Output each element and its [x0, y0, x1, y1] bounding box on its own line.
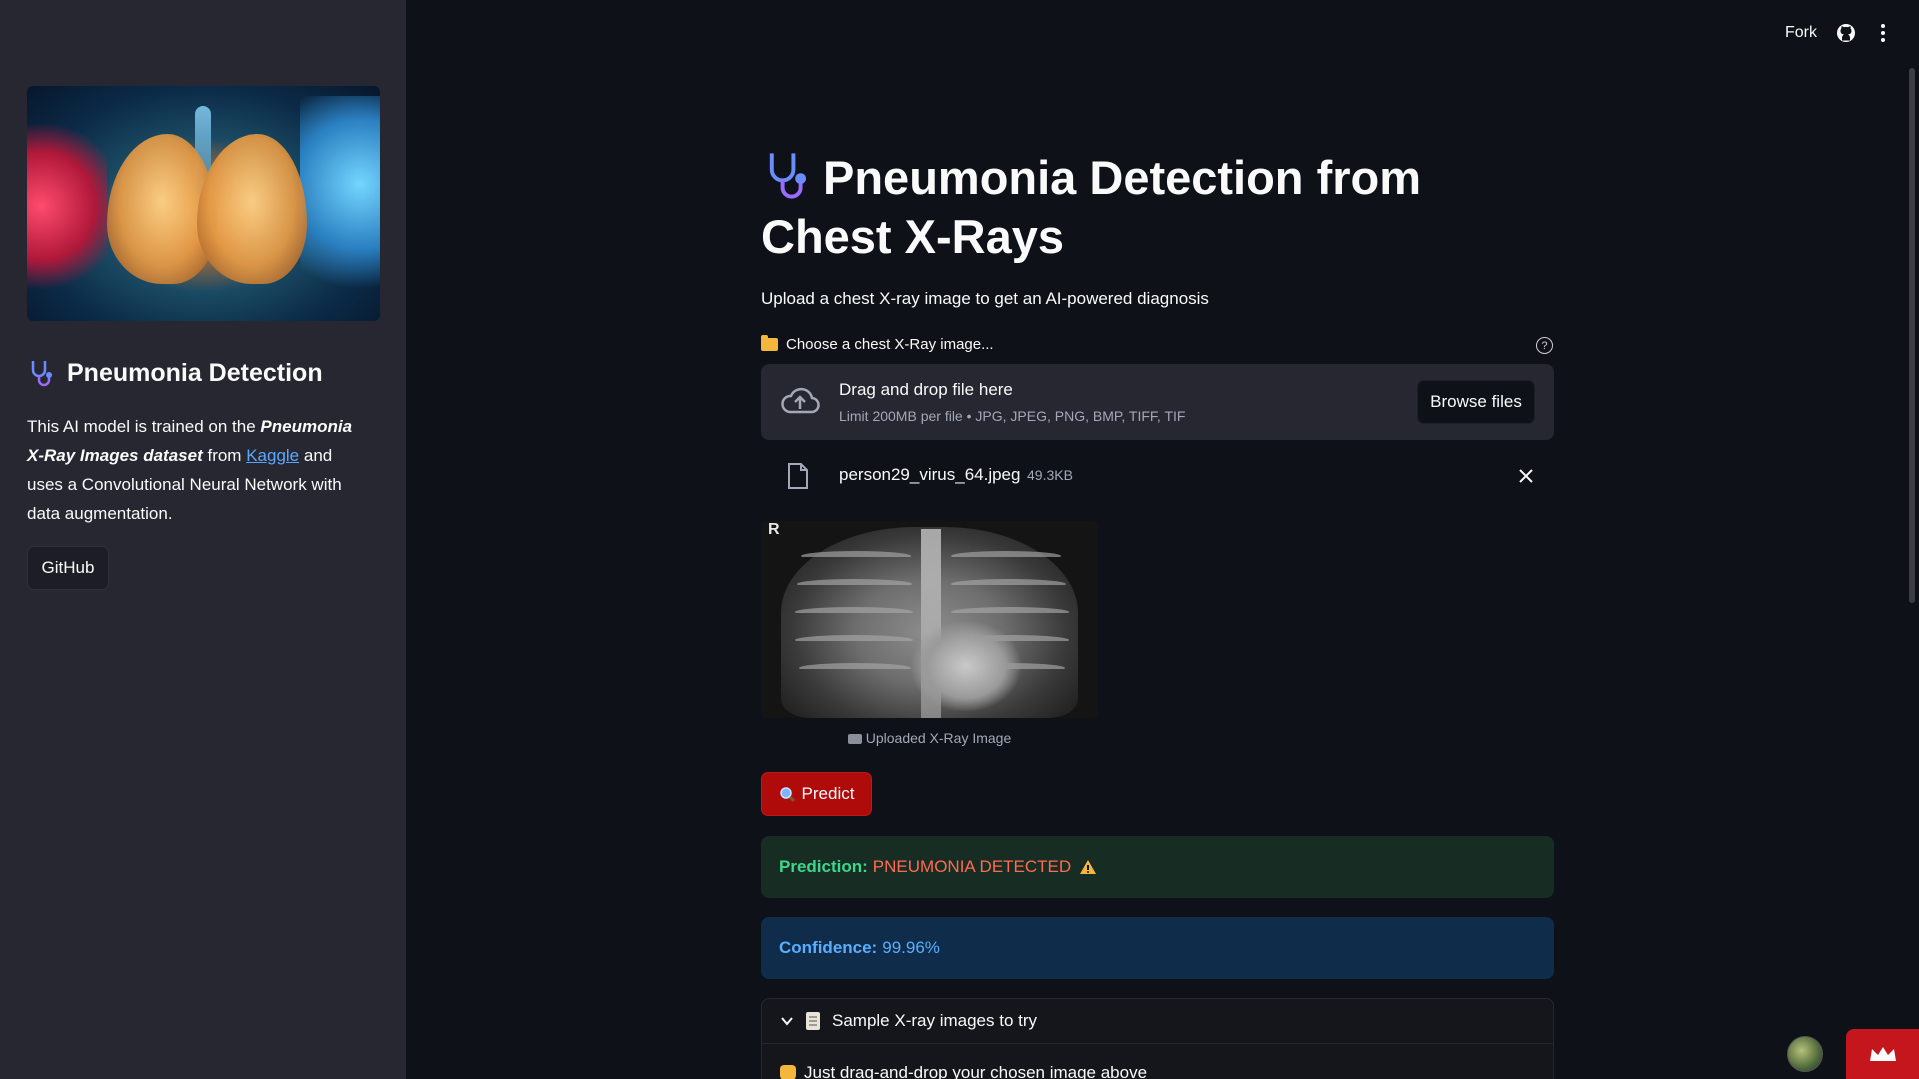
xray-rib: [797, 579, 912, 589]
camera-icon: [847, 734, 862, 744]
prediction-label: Prediction:: [779, 857, 868, 876]
prediction-alert: Prediction: PNEUMONIA DETECTED: [761, 836, 1554, 898]
sidebar-title-text: Pneumonia Detection: [67, 358, 323, 387]
expander-header[interactable]: Sample X-ray images to try: [780, 1009, 1037, 1033]
help-icon[interactable]: ?: [1536, 337, 1553, 354]
expander-body-text: Just drag-and-drop your chosen image abo…: [804, 1063, 1148, 1079]
kaggle-link[interactable]: Kaggle: [246, 446, 299, 465]
streamlit-badge-button[interactable]: [1846, 1029, 1919, 1079]
warning-icon: [1080, 860, 1097, 874]
right-lung-shape: [197, 134, 307, 284]
desc-part-2: from: [202, 446, 247, 465]
folder-icon: [761, 335, 778, 351]
xray-rib: [795, 607, 913, 617]
avatar[interactable]: [1787, 1036, 1823, 1072]
xray-rib: [951, 551, 1061, 561]
lungs-illustration-image: [27, 86, 380, 321]
browse-files-button[interactable]: Browse files: [1417, 380, 1535, 424]
file-icon: [788, 463, 808, 489]
main-scrollbar[interactable]: [1909, 68, 1915, 603]
xray-caption-text: Uploaded X-Ray Image: [865, 730, 1012, 746]
prediction-value: PNEUMONIA DETECTED: [872, 857, 1072, 876]
xray-rib: [951, 579, 1066, 589]
file-name: person29_virus_64.jpeg: [839, 465, 1021, 484]
memo-icon: [806, 1012, 820, 1030]
dropzone-limits: Limit 200MB per file • JPG, JPEG, PNG, B…: [839, 408, 1186, 424]
close-icon[interactable]: [1517, 467, 1535, 485]
xray-rib: [951, 607, 1069, 617]
virus-cluster-right: [300, 96, 380, 316]
dropzone-title: Drag and drop file here: [839, 380, 1013, 399]
confidence-value: 99.96%: [882, 938, 940, 957]
expander-divider: [762, 1043, 1553, 1044]
confidence-alert: Confidence: 99.96%: [761, 917, 1554, 979]
file-dropzone[interactable]: Drag and drop file here Limit 200MB per …: [761, 364, 1554, 440]
xray-caption: Uploaded X-Ray Image: [761, 730, 1098, 746]
virus-cluster-left: [27, 106, 107, 306]
uploaded-file-row: person29_virus_64.jpeg 49.3KB: [761, 458, 1554, 494]
crown-icon: [1869, 1047, 1896, 1061]
stethoscope-icon: [31, 361, 52, 387]
confidence-label: Confidence:: [779, 938, 878, 957]
xray-image: R: [761, 521, 1098, 718]
sidebar: Pneumonia Detection This AI model is tra…: [0, 0, 406, 1079]
xray-rib: [795, 635, 913, 645]
github-icon[interactable]: [1836, 23, 1856, 43]
chevron-down-icon: [781, 1017, 793, 1026]
cloud-upload-icon: [781, 387, 820, 414]
uploader-label: Choose a chest X-Ray image...: [761, 335, 994, 353]
fork-button[interactable]: Fork: [1785, 24, 1817, 42]
page-title: Pneumonia Detection from Chest X-Rays: [761, 148, 1554, 266]
uploader-label-text: Choose a chest X-Ray image...: [786, 336, 994, 353]
sidebar-title: Pneumonia Detection: [27, 358, 323, 388]
desc-part-1: This AI model is trained on the: [27, 417, 261, 436]
sidebar-description: This AI model is trained on the Pneumoni…: [27, 412, 367, 528]
sample-images-expander[interactable]: Sample X-ray images to try Just drag-and…: [761, 998, 1554, 1079]
xray-rib: [799, 663, 911, 673]
file-size: 49.3KB: [1027, 467, 1073, 483]
page-subtitle: Upload a chest X-ray image to get an AI-…: [761, 289, 1209, 308]
predict-button[interactable]: Predict: [761, 772, 872, 816]
kebab-menu-icon[interactable]: [1880, 23, 1886, 43]
predict-button-label: Predict: [801, 784, 855, 803]
github-button[interactable]: GitHub: [27, 546, 109, 590]
xray-rib: [801, 551, 911, 561]
pointing-hand-icon: [780, 1065, 796, 1079]
expander-body: Just drag-and-drop your chosen image abo…: [780, 1063, 1147, 1079]
xray-side-marker: R: [768, 521, 780, 538]
stethoscope-icon: [769, 153, 806, 199]
expander-title: Sample X-ray images to try: [832, 1011, 1038, 1030]
xray-heart-shadow: [911, 621, 1021, 711]
magnifier-icon: [779, 786, 795, 802]
page-title-text: Pneumonia Detection from Chest X-Rays: [761, 151, 1422, 263]
